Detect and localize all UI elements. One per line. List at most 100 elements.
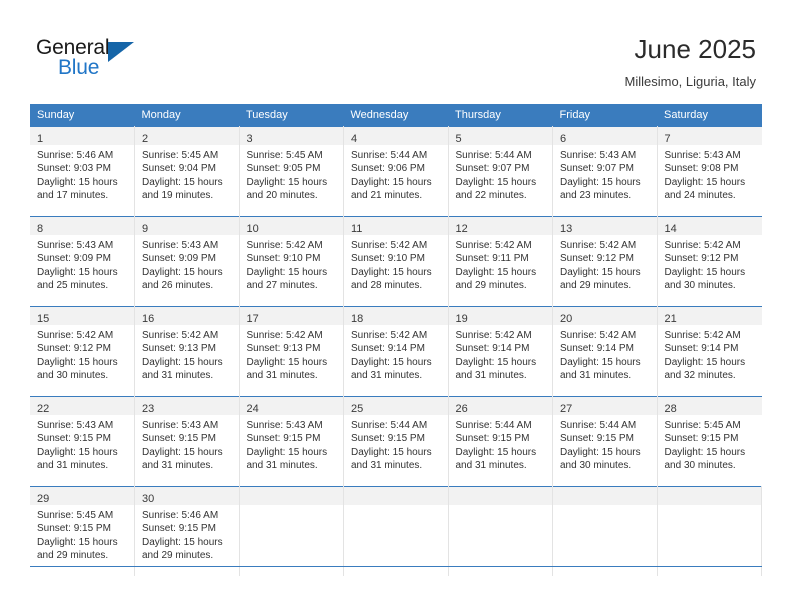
sunset-text: Sunset: 9:09 PM <box>37 253 111 265</box>
daylight-text: Daylight: 15 hours and 30 minutes. <box>37 356 118 382</box>
calendar-day-cell[interactable]: 27 Sunrise: 5:44 AM Sunset: 9:15 PM Dayl… <box>552 396 658 487</box>
sunrise-text: Sunrise: 5:46 AM <box>142 510 219 521</box>
calendar-day-cell[interactable]: 24 Sunrise: 5:43 AM Sunset: 9:15 PM Dayl… <box>239 396 344 487</box>
calendar-day-cell[interactable]: 10 Sunrise: 5:42 AM Sunset: 9:10 PM Dayl… <box>239 216 344 307</box>
daylight-text: Daylight: 15 hours and 29 minutes. <box>142 536 223 562</box>
calendar-empty-cell <box>448 486 553 576</box>
day-number: 24 <box>246 403 259 415</box>
page-title: June 2025 <box>634 34 756 64</box>
day-details: Sunrise: 5:43 AM Sunset: 9:15 PM Dayligh… <box>240 415 344 473</box>
day-details: Sunrise: 5:45 AM Sunset: 9:04 PM Dayligh… <box>135 145 239 203</box>
sunset-text: Sunset: 9:07 PM <box>560 163 634 175</box>
calendar-empty-cell <box>343 486 449 576</box>
daylight-text: Daylight: 15 hours and 32 minutes. <box>664 356 746 382</box>
weekday-header-monday: Monday <box>134 104 239 127</box>
sunset-text: Sunset: 9:14 PM <box>455 343 530 355</box>
logo-text-blue: Blue <box>58 56 100 79</box>
calendar-day-cell[interactable]: 29 Sunrise: 5:45 AM Sunset: 9:15 PM Dayl… <box>30 486 135 576</box>
day-number: 26 <box>455 403 468 415</box>
day-details: Sunrise: 5:42 AM Sunset: 9:10 PM Dayligh… <box>240 235 344 293</box>
calendar-body: 1 Sunrise: 5:46 AM Sunset: 9:03 PM Dayli… <box>30 126 762 576</box>
daylight-text: Daylight: 15 hours and 20 minutes. <box>246 176 328 202</box>
sunrise-text: Sunrise: 5:42 AM <box>560 330 637 341</box>
sunset-text: Sunset: 9:15 PM <box>351 433 425 445</box>
calendar-day-cell[interactable]: 17 Sunrise: 5:42 AM Sunset: 9:13 PM Dayl… <box>239 306 344 397</box>
daylight-text: Daylight: 15 hours and 19 minutes. <box>142 176 223 202</box>
sunset-text: Sunset: 9:12 PM <box>37 343 111 355</box>
calendar-day-cell[interactable]: 16 Sunrise: 5:42 AM Sunset: 9:13 PM Dayl… <box>134 306 240 397</box>
sunset-text: Sunset: 9:12 PM <box>560 253 634 265</box>
day-number-bar: 13 <box>553 217 657 235</box>
calendar-day-cell[interactable]: 22 Sunrise: 5:43 AM Sunset: 9:15 PM Dayl… <box>30 396 135 487</box>
calendar-day-cell[interactable]: 25 Sunrise: 5:44 AM Sunset: 9:15 PM Dayl… <box>343 396 449 487</box>
calendar-day-cell[interactable]: 11 Sunrise: 5:42 AM Sunset: 9:10 PM Dayl… <box>343 216 449 307</box>
day-details: Sunrise: 5:42 AM Sunset: 9:14 PM Dayligh… <box>449 325 553 383</box>
calendar-day-cell[interactable]: 6 Sunrise: 5:43 AM Sunset: 9:07 PM Dayli… <box>552 126 658 217</box>
sunset-text: Sunset: 9:04 PM <box>142 163 216 175</box>
day-number-bar: 19 <box>448 307 552 325</box>
calendar-day-cell[interactable]: 21 Sunrise: 5:42 AM Sunset: 9:14 PM Dayl… <box>657 306 762 397</box>
day-number-bar: 15 <box>30 307 134 325</box>
calendar-day-cell[interactable]: 5 Sunrise: 5:44 AM Sunset: 9:07 PM Dayli… <box>448 126 553 217</box>
calendar-week-row: 29 Sunrise: 5:45 AM Sunset: 9:15 PM Dayl… <box>30 486 762 576</box>
calendar-day-cell[interactable]: 1 Sunrise: 5:46 AM Sunset: 9:03 PM Dayli… <box>30 126 135 217</box>
calendar-day-cell[interactable]: 2 Sunrise: 5:45 AM Sunset: 9:04 PM Dayli… <box>134 126 240 217</box>
calendar-day-cell[interactable]: 26 Sunrise: 5:44 AM Sunset: 9:15 PM Dayl… <box>448 396 553 487</box>
calendar-day-cell[interactable]: 4 Sunrise: 5:44 AM Sunset: 9:06 PM Dayli… <box>343 126 449 217</box>
day-number-bar: 3 <box>239 127 343 145</box>
sunset-text: Sunset: 9:15 PM <box>37 433 111 445</box>
calendar-day-cell[interactable]: 28 Sunrise: 5:45 AM Sunset: 9:15 PM Dayl… <box>657 396 762 487</box>
daylight-text: Daylight: 15 hours and 26 minutes. <box>142 266 223 292</box>
calendar-day-cell[interactable]: 3 Sunrise: 5:45 AM Sunset: 9:05 PM Dayli… <box>239 126 344 217</box>
sunset-text: Sunset: 9:15 PM <box>142 433 216 445</box>
calendar-day-cell[interactable]: 9 Sunrise: 5:43 AM Sunset: 9:09 PM Dayli… <box>134 216 240 307</box>
sunrise-text: Sunrise: 5:43 AM <box>664 150 741 161</box>
calendar-day-cell[interactable]: 15 Sunrise: 5:42 AM Sunset: 9:12 PM Dayl… <box>30 306 135 397</box>
day-number: 2 <box>142 133 149 145</box>
sunrise-text: Sunrise: 5:42 AM <box>246 240 323 251</box>
calendar-day-cell[interactable]: 23 Sunrise: 5:43 AM Sunset: 9:15 PM Dayl… <box>134 396 240 487</box>
day-details: Sunrise: 5:43 AM Sunset: 9:15 PM Dayligh… <box>135 415 239 473</box>
calendar-empty-cell <box>657 486 762 576</box>
sunset-text: Sunset: 9:12 PM <box>664 253 739 265</box>
calendar-day-cell[interactable]: 13 Sunrise: 5:42 AM Sunset: 9:12 PM Dayl… <box>552 216 658 307</box>
sunset-text: Sunset: 9:10 PM <box>246 253 321 265</box>
general-blue-logo[interactable]: General Blue <box>36 36 146 82</box>
calendar-day-cell[interactable]: 12 Sunrise: 5:42 AM Sunset: 9:11 PM Dayl… <box>448 216 553 307</box>
weekday-header-saturday: Saturday <box>657 104 762 127</box>
sunrise-text: Sunrise: 5:44 AM <box>351 420 428 431</box>
calendar-day-cell[interactable]: 14 Sunrise: 5:42 AM Sunset: 9:12 PM Dayl… <box>657 216 762 307</box>
day-number-bar <box>344 487 448 505</box>
day-details: Sunrise: 5:42 AM Sunset: 9:10 PM Dayligh… <box>344 235 448 293</box>
calendar-day-cell[interactable]: 8 Sunrise: 5:43 AM Sunset: 9:09 PM Dayli… <box>30 216 135 307</box>
day-number: 18 <box>351 313 364 325</box>
calendar-day-cell[interactable]: 20 Sunrise: 5:42 AM Sunset: 9:14 PM Dayl… <box>552 306 658 397</box>
day-number-bar: 26 <box>448 397 552 415</box>
daylight-text: Daylight: 15 hours and 31 minutes. <box>455 356 537 382</box>
sunrise-text: Sunrise: 5:45 AM <box>37 510 114 521</box>
day-number-bar: 9 <box>135 217 239 235</box>
sunset-text: Sunset: 9:15 PM <box>664 433 739 445</box>
sunrise-text: Sunrise: 5:44 AM <box>560 420 637 431</box>
day-number-bar <box>448 487 552 505</box>
sunrise-text: Sunrise: 5:42 AM <box>455 330 532 341</box>
sunrise-text: Sunrise: 5:43 AM <box>246 420 323 431</box>
day-number: 6 <box>560 133 567 145</box>
calendar-day-cell[interactable]: 30 Sunrise: 5:46 AM Sunset: 9:15 PM Dayl… <box>134 486 240 576</box>
sunrise-text: Sunrise: 5:44 AM <box>351 150 428 161</box>
daylight-text: Daylight: 15 hours and 21 minutes. <box>351 176 432 202</box>
sunrise-text: Sunrise: 5:42 AM <box>142 330 219 341</box>
calendar-day-cell[interactable]: 19 Sunrise: 5:42 AM Sunset: 9:14 PM Dayl… <box>448 306 553 397</box>
daylight-text: Daylight: 15 hours and 24 minutes. <box>664 176 746 202</box>
weekday-header-row: Sunday Monday Tuesday Wednesday Thursday… <box>30 104 762 127</box>
sunset-text: Sunset: 9:07 PM <box>455 163 530 175</box>
calendar-day-cell[interactable]: 18 Sunrise: 5:42 AM Sunset: 9:14 PM Dayl… <box>343 306 449 397</box>
daylight-text: Daylight: 15 hours and 31 minutes. <box>37 446 118 472</box>
calendar-day-cell[interactable]: 7 Sunrise: 5:43 AM Sunset: 9:08 PM Dayli… <box>657 126 762 217</box>
day-details: Sunrise: 5:45 AM Sunset: 9:05 PM Dayligh… <box>240 145 344 203</box>
calendar-empty-cell <box>239 486 344 576</box>
sunrise-text: Sunrise: 5:42 AM <box>246 330 323 341</box>
day-number-bar: 17 <box>239 307 343 325</box>
day-details: Sunrise: 5:42 AM Sunset: 9:14 PM Dayligh… <box>553 325 657 383</box>
day-number: 7 <box>664 133 671 145</box>
